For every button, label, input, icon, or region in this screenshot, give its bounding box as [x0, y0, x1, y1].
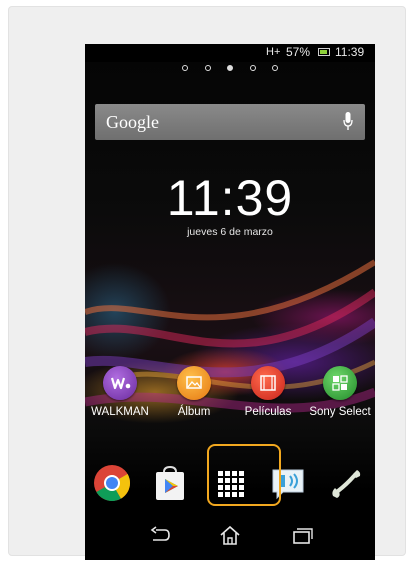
page-indicator [182, 65, 278, 75]
google-search-label: Google [106, 112, 159, 132]
app-sony-select[interactable]: Sony Select [305, 366, 375, 418]
walkman-icon [103, 366, 137, 400]
page-dot-active[interactable] [227, 65, 233, 71]
phone-screen: H+ 57% 11:39 Google 11:39 jueves 6 de ma… [85, 44, 375, 560]
page-dot[interactable] [249, 65, 256, 71]
app-label: Sony Select [309, 406, 371, 418]
status-bar: H+ 57% 11:39 [85, 44, 375, 62]
page-dot[interactable] [204, 65, 211, 71]
sony-select-icon [323, 366, 357, 400]
album-icon [177, 366, 211, 400]
status-time: 11:39 [335, 45, 365, 59]
play-store-icon[interactable] [151, 464, 189, 502]
movies-icon [251, 366, 285, 400]
app-drawer-highlight [207, 444, 281, 506]
back-icon[interactable] [149, 524, 173, 546]
screenshot-frame: H+ 57% 11:39 Google 11:39 jueves 6 de ma… [8, 6, 406, 560]
battery-percentage: 57% [286, 45, 311, 59]
battery-icon [318, 48, 330, 56]
microphone-icon[interactable] [343, 112, 353, 132]
recent-apps-icon[interactable] [290, 524, 314, 546]
signal-icon: H+ [266, 46, 281, 58]
home-icon[interactable] [218, 524, 242, 546]
app-walkman[interactable]: WALKMAN [85, 366, 155, 418]
navigation-bar [85, 511, 375, 560]
page-dot[interactable] [272, 65, 278, 71]
clock-widget-date: jueves 6 de marzo [187, 226, 273, 238]
page-dot[interactable] [182, 65, 188, 71]
app-movies[interactable]: Películas [233, 366, 303, 418]
phone-icon[interactable] [327, 464, 365, 502]
app-album[interactable]: Álbum [159, 366, 229, 418]
chrome-icon[interactable] [93, 464, 131, 502]
clock-widget-time[interactable]: 11:39 [85, 169, 375, 227]
google-search-widget[interactable]: Google [95, 104, 365, 140]
